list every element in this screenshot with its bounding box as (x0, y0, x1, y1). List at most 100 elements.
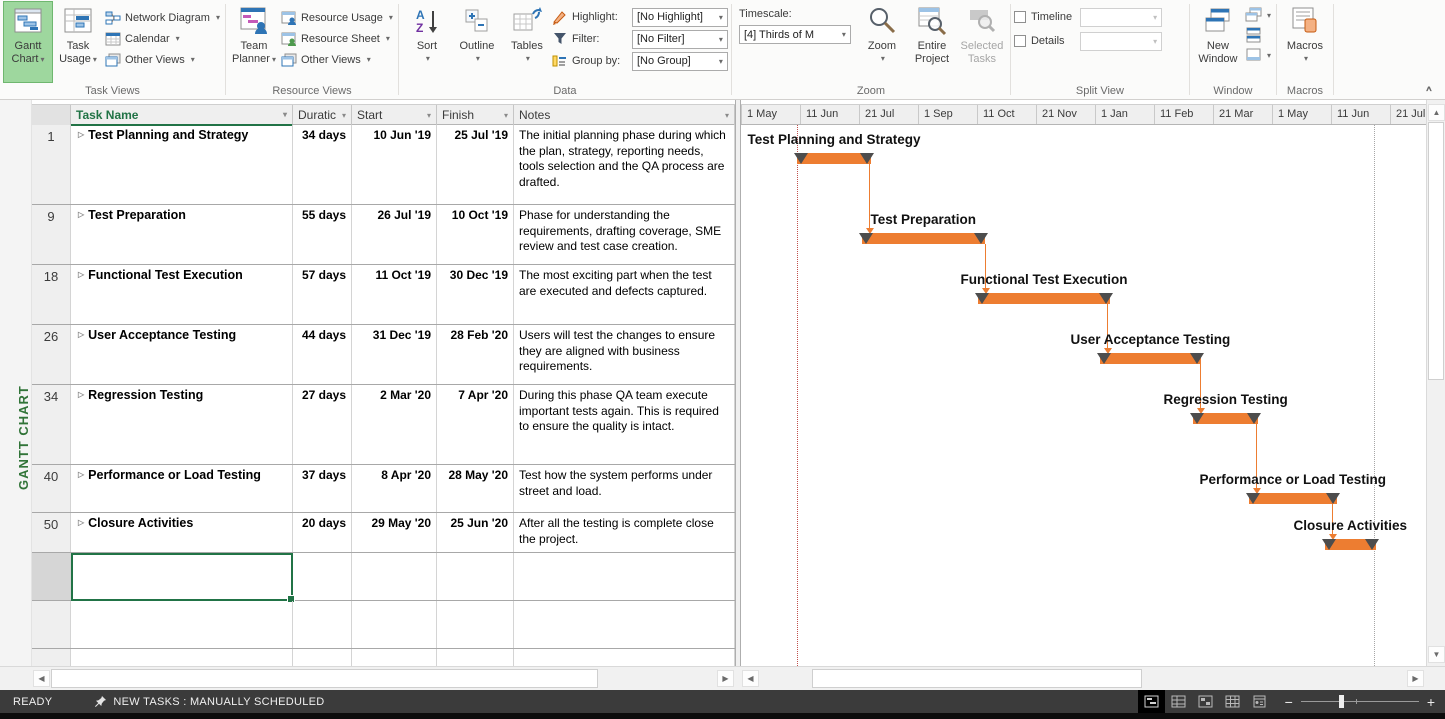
select-all-corner[interactable] (32, 105, 71, 125)
empty-cell[interactable] (352, 649, 437, 666)
empty-cell[interactable] (293, 649, 352, 666)
timeline-view-select[interactable]: ▾ (1080, 8, 1162, 27)
switch-windows-button[interactable]: ▾ (1243, 5, 1273, 25)
row-number[interactable]: 50 (32, 513, 71, 552)
empty-cell[interactable] (437, 601, 514, 648)
filter-arrow-icon[interactable]: ▾ (504, 111, 508, 120)
gantt-view-button[interactable] (1138, 690, 1165, 713)
gantt-chart-button[interactable]: Gantt Chart▾ (3, 1, 53, 83)
gantt-summary-bar[interactable] (1193, 413, 1258, 424)
timescale-select[interactable]: [4] Thirds of M▾ (739, 25, 851, 44)
new-window-button[interactable]: New Window (1193, 1, 1243, 83)
gantt-scroll-thumb[interactable] (812, 669, 1142, 688)
zoom-out-icon[interactable]: − (1285, 697, 1293, 707)
resource-usage-button[interactable]: Resource Usage▾ (279, 7, 395, 28)
gantt-scroll-right-button[interactable]: ▶ (1407, 670, 1424, 687)
macros-button[interactable]: Macros ▾ (1280, 1, 1330, 83)
duration-cell[interactable]: 55 days (293, 205, 352, 264)
other-views-button[interactable]: Other Views▾ (103, 49, 222, 70)
team-planner-button[interactable]: Team Planner▾ (229, 1, 279, 83)
gantt-summary-bar[interactable] (1100, 353, 1201, 364)
column-header-duratic[interactable]: Duratic▾ (293, 105, 352, 125)
sheet-view-button[interactable] (1219, 690, 1246, 713)
task-usage-button[interactable]: Task Usage▾ (53, 1, 103, 83)
expand-triangle-icon[interactable]: ▷ (78, 130, 84, 139)
notes-cell[interactable]: The most exciting part when the test are… (514, 265, 735, 324)
status-new-tasks[interactable]: NEW TASKS : MANUALLY SCHEDULED (113, 696, 324, 708)
sort-button[interactable]: AZ Sort ▾ (402, 1, 452, 83)
report-view-button[interactable] (1246, 690, 1273, 713)
gantt-summary-bar[interactable] (1249, 493, 1337, 504)
table-scroll-right-button[interactable]: ▶ (717, 670, 734, 687)
vertical-scroll-thumb[interactable] (1428, 122, 1444, 380)
arrange-all-button[interactable] (1243, 25, 1273, 45)
zoom-slider-track[interactable] (1301, 701, 1419, 702)
resource-other-views-button[interactable]: Other Views▾ (279, 49, 395, 70)
expand-triangle-icon[interactable]: ▷ (78, 210, 84, 219)
zoom-slider[interactable]: − + (1285, 697, 1435, 707)
duration-cell[interactable]: 37 days (293, 465, 352, 512)
details-checkbox[interactable]: Details (1014, 29, 1072, 53)
filter-arrow-icon[interactable]: ▾ (725, 111, 729, 120)
highlight-select[interactable]: [No Highlight]▾ (632, 8, 728, 27)
table-scroll-left-button[interactable]: ◀ (33, 670, 50, 687)
zoom-slider-thumb[interactable] (1339, 695, 1344, 708)
task-usage-view-button[interactable] (1165, 690, 1192, 713)
filter-arrow-icon[interactable]: ▾ (342, 111, 346, 120)
column-header-finish[interactable]: Finish▾ (437, 105, 514, 125)
start-cell[interactable]: 8 Apr '20 (352, 465, 437, 512)
task-name-cell[interactable]: ▷Test Planning and Strategy (71, 125, 293, 204)
task-name-cell[interactable]: ▷Performance or Load Testing (71, 465, 293, 512)
collapse-ribbon-button[interactable]: ∧ (1425, 84, 1433, 93)
notes-cell[interactable]: During this phase QA team execute import… (514, 385, 735, 464)
finish-cell[interactable]: 7 Apr '20 (437, 385, 514, 464)
task-name-cell[interactable]: ▷User Acceptance Testing (71, 325, 293, 384)
start-cell[interactable]: 29 May '20 (352, 513, 437, 552)
vertical-scrollbar[interactable]: ▲ ▼ (1426, 100, 1445, 666)
row-number[interactable] (32, 601, 71, 648)
notes-cell[interactable]: Phase for understanding the requirements… (514, 205, 735, 264)
gantt-summary-bar[interactable] (1325, 539, 1376, 550)
network-diagram-button[interactable]: Network Diagram▾ (103, 7, 222, 28)
filter-arrow-icon[interactable]: ▾ (427, 111, 431, 120)
empty-cell[interactable] (293, 601, 352, 648)
empty-cell[interactable] (437, 649, 514, 666)
start-cell[interactable]: 26 Jul '19 (352, 205, 437, 264)
tables-button[interactable]: Tables ▾ (502, 1, 552, 83)
empty-cell[interactable] (293, 553, 352, 600)
empty-cell[interactable] (514, 553, 735, 600)
row-number[interactable]: 34 (32, 385, 71, 464)
table-scroll-thumb[interactable] (51, 669, 598, 688)
start-cell[interactable]: 11 Oct '19 (352, 265, 437, 324)
empty-cell[interactable] (352, 601, 437, 648)
gantt-summary-bar[interactable] (862, 233, 985, 244)
team-planner-view-button[interactable] (1192, 690, 1219, 713)
finish-cell[interactable]: 25 Jul '19 (437, 125, 514, 204)
row-number[interactable]: 18 (32, 265, 71, 324)
selected-cell[interactable] (71, 553, 293, 601)
zoom-in-icon[interactable]: + (1427, 697, 1435, 707)
empty-cell[interactable] (71, 649, 293, 666)
scroll-up-button[interactable]: ▲ (1428, 104, 1445, 121)
group-by-select[interactable]: [No Group]▾ (632, 52, 728, 71)
zoom-button[interactable]: Zoom ▾ (857, 1, 907, 83)
empty-cell[interactable] (514, 601, 735, 648)
task-name-cell[interactable]: ▷Regression Testing (71, 385, 293, 464)
row-number[interactable] (32, 553, 71, 600)
finish-cell[interactable]: 28 Feb '20 (437, 325, 514, 384)
expand-triangle-icon[interactable]: ▷ (78, 470, 84, 479)
entire-project-button[interactable]: Entire Project (907, 1, 957, 83)
duration-cell[interactable]: 44 days (293, 325, 352, 384)
outline-button[interactable]: Outline ▾ (452, 1, 502, 83)
timeline-checkbox[interactable]: Timeline (1014, 5, 1072, 29)
expand-triangle-icon[interactable]: ▷ (78, 330, 84, 339)
notes-cell[interactable]: The initial planning phase during which … (514, 125, 735, 204)
row-number[interactable]: 40 (32, 465, 71, 512)
start-cell[interactable]: 10 Jun '19 (352, 125, 437, 204)
duration-cell[interactable]: 20 days (293, 513, 352, 552)
details-view-select[interactable]: ▾ (1080, 32, 1162, 51)
column-header-notes[interactable]: Notes▾ (514, 105, 735, 125)
selected-tasks-button[interactable]: Selected Tasks (957, 1, 1007, 83)
row-number[interactable]: 9 (32, 205, 71, 264)
task-name-cell[interactable]: ▷Test Preparation (71, 205, 293, 264)
